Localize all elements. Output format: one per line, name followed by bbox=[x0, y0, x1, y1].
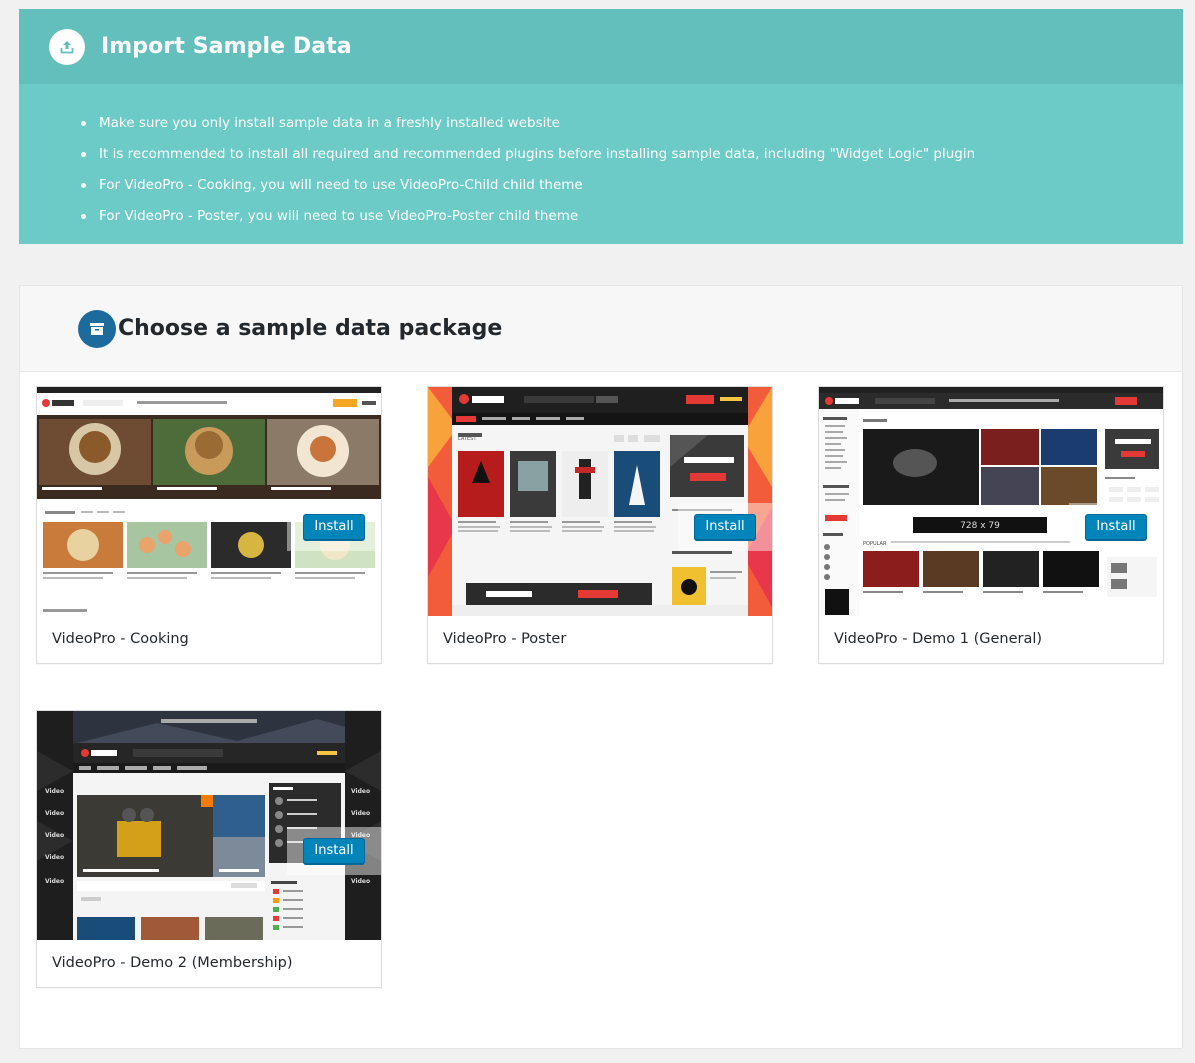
latest-label: LATEST bbox=[458, 436, 477, 442]
packages-header: Choose a sample data package bbox=[20, 286, 1182, 372]
package-thumbnail-poster: LATEST Install bbox=[428, 387, 772, 616]
package-thumbnail-demo1: 728 x 79 POPULAR Install bbox=[819, 387, 1163, 616]
package-card-demo1-general: 728 x 79 POPULAR Install VideoPro - Demo… bbox=[818, 386, 1164, 664]
import-notes-list: Make sure you only install sample data i… bbox=[19, 84, 1183, 232]
package-card-demo2-membership: Video Video Video Video Video Video Vide… bbox=[36, 710, 382, 988]
video-label: Video bbox=[45, 810, 64, 817]
install-overlay: Install bbox=[287, 827, 381, 875]
note-item: For VideoPro - Poster, you will need to … bbox=[81, 201, 1183, 232]
popular-label: POPULAR bbox=[863, 541, 887, 547]
packages-panel: Choose a sample data package Install Vid… bbox=[19, 285, 1183, 1049]
package-thumbnail-demo2: Video Video Video Video Video Video Vide… bbox=[37, 711, 381, 940]
video-label: Video bbox=[45, 878, 64, 885]
install-button-demo1[interactable]: Install bbox=[1085, 514, 1147, 540]
install-overlay: Install bbox=[678, 503, 772, 551]
video-label: Video bbox=[351, 878, 370, 885]
video-label: Video bbox=[45, 832, 64, 839]
package-card-cooking: Install VideoPro - Cooking bbox=[36, 386, 382, 664]
import-sample-data-box: Import Sample Data Make sure you only in… bbox=[19, 9, 1183, 244]
video-label: Video bbox=[351, 788, 370, 795]
note-item: It is recommended to install all require… bbox=[81, 139, 1183, 170]
note-item: Make sure you only install sample data i… bbox=[81, 108, 1183, 139]
install-button-cooking[interactable]: Install bbox=[303, 514, 365, 540]
install-overlay: Install bbox=[287, 503, 381, 551]
install-button-demo2[interactable]: Install bbox=[303, 838, 365, 864]
video-label: Video bbox=[351, 810, 370, 817]
note-item: For VideoPro - Cooking, you will need to… bbox=[81, 170, 1183, 201]
package-thumbnail-cooking: Install bbox=[37, 387, 381, 616]
ad-size-label: 728 x 79 bbox=[960, 521, 1000, 531]
import-header: Import Sample Data bbox=[19, 9, 1183, 84]
install-overlay: Install bbox=[1069, 503, 1163, 551]
package-name: VideoPro - Poster bbox=[443, 631, 567, 647]
package-name: VideoPro - Demo 1 (General) bbox=[834, 631, 1043, 647]
package-card-poster: LATEST Install VideoPro - Poster bbox=[427, 386, 773, 664]
package-name: VideoPro - Demo 2 (Membership) bbox=[52, 955, 293, 971]
video-label: Video bbox=[45, 788, 64, 795]
import-title: Import Sample Data bbox=[101, 34, 352, 59]
package-name: VideoPro - Cooking bbox=[52, 631, 189, 647]
archive-box-icon bbox=[78, 309, 116, 348]
install-button-poster[interactable]: Install bbox=[694, 514, 756, 540]
upload-icon bbox=[49, 28, 85, 65]
packages-title: Choose a sample data package bbox=[118, 316, 503, 341]
video-label: Video bbox=[45, 854, 64, 861]
